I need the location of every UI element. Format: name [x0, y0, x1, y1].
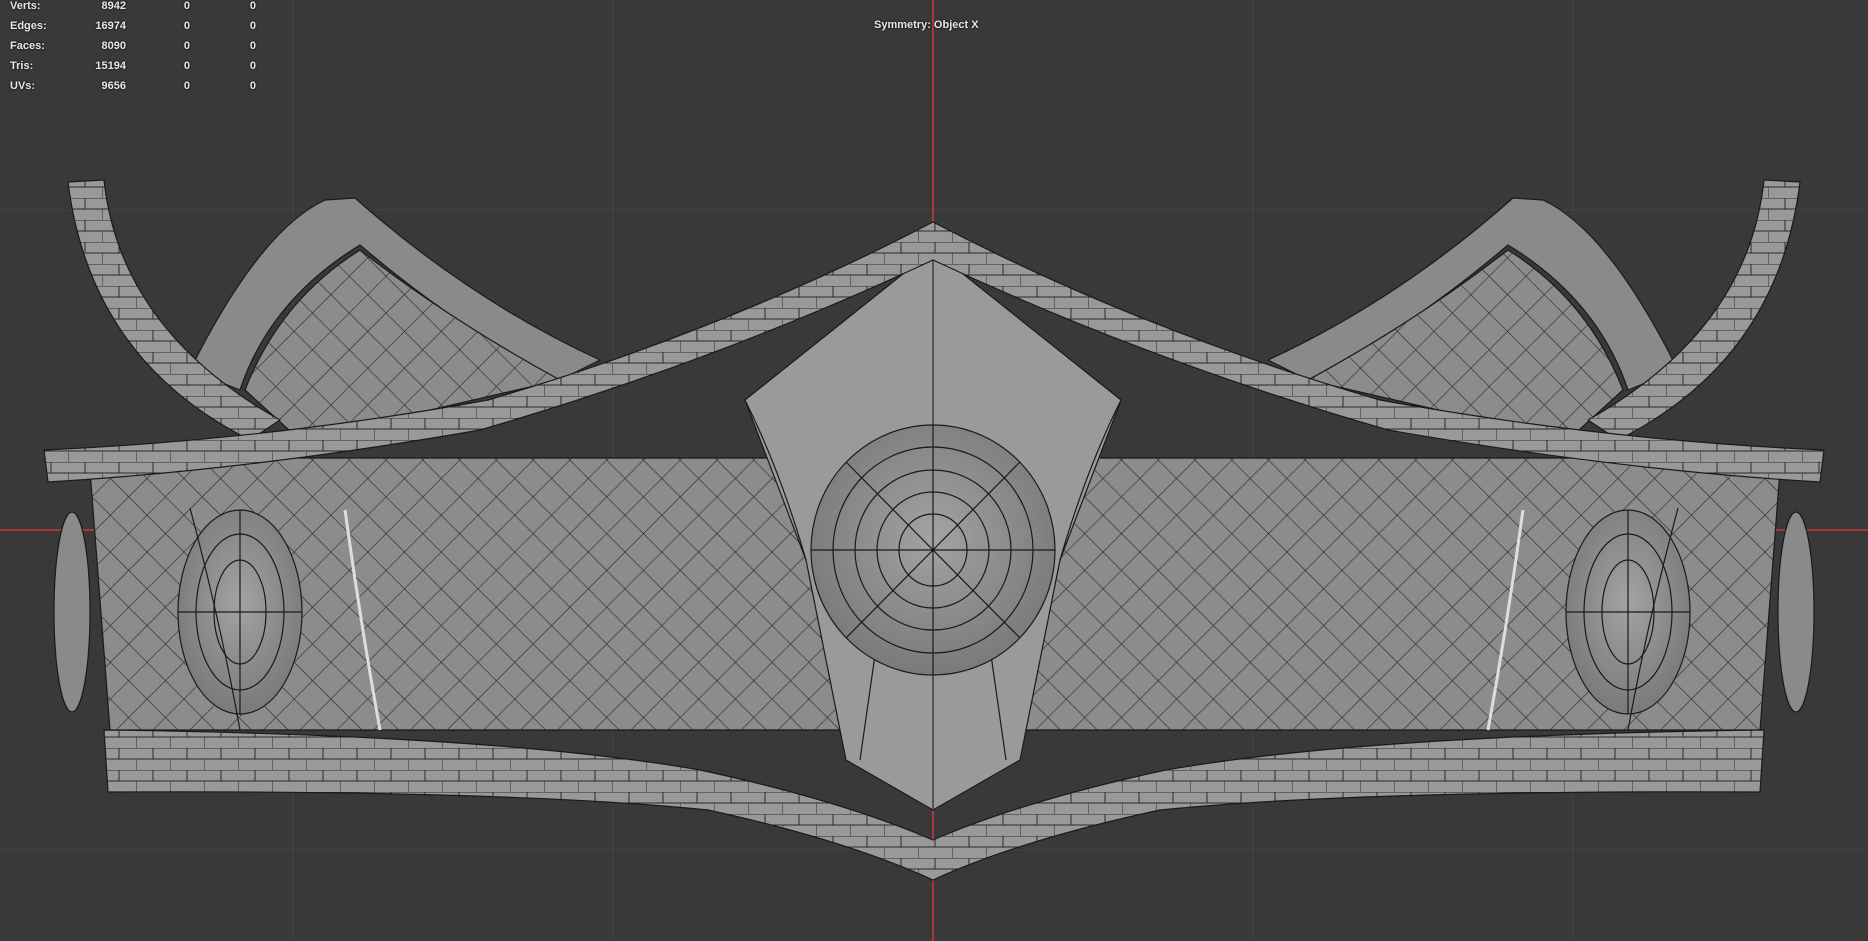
crown-mesh: [43, 179, 1825, 881]
stat-row-uvs: UVs: 9656 0 0: [0, 80, 270, 100]
stat-other: 0: [249, 80, 256, 92]
stat-label: Faces:: [10, 40, 45, 52]
stat-total: 15194: [95, 60, 126, 72]
left-edge-disc: [53, 511, 91, 713]
stat-label: Edges:: [10, 20, 47, 32]
left-side-gem: [177, 509, 303, 715]
stat-other: 0: [249, 60, 256, 72]
stat-other: 0: [249, 40, 256, 52]
center-gem: [810, 424, 1056, 676]
stat-label: Verts:: [10, 0, 41, 12]
right-side-gem: [1565, 509, 1691, 715]
right-edge-disc: [1777, 511, 1815, 713]
stat-total: 8090: [101, 40, 126, 52]
stat-other: 0: [249, 0, 256, 12]
stat-total: 9656: [101, 80, 126, 92]
stat-total: 8942: [101, 0, 126, 12]
stat-selected: 0: [183, 80, 190, 92]
stat-selected: 0: [183, 40, 190, 52]
symmetry-indicator: Symmetry: Object X: [874, 19, 979, 31]
stat-total: 16974: [95, 20, 126, 32]
poly-count-hud: Verts: 8942 0 0 Edges: 16974 0 0 Faces: …: [0, 0, 270, 100]
stat-label: UVs:: [10, 80, 36, 92]
stat-selected: 0: [183, 0, 190, 12]
stat-selected: 0: [183, 20, 190, 32]
stat-selected: 0: [183, 60, 190, 72]
3d-viewport[interactable]: Verts: 8942 0 0 Edges: 16974 0 0 Faces: …: [0, 0, 1868, 941]
stat-other: 0: [249, 20, 256, 32]
stat-label: Tris:: [10, 60, 34, 72]
viewport-scene[interactable]: [0, 0, 1868, 941]
